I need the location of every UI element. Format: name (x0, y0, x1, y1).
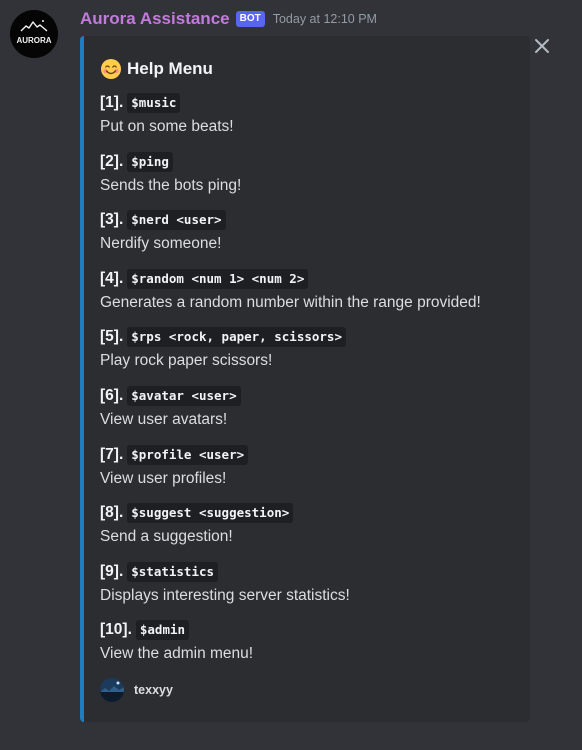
embed-fields: [1]. $music Put on some beats! [2]. $pin… (100, 92, 525, 678)
command-field: [5]. $rps <rock, paper, scissors> Play r… (100, 326, 525, 385)
embed-footer: texxyy (100, 678, 173, 702)
field-number: [10]. (100, 621, 132, 639)
field-description: View user avatars! (100, 410, 228, 428)
command-code: $nerd <user> (127, 210, 226, 231)
field-description: View the admin menu! (100, 645, 254, 663)
command-field: [1]. $music Put on some beats! (100, 92, 525, 151)
field-number: [9]. (100, 562, 124, 580)
field-name: [6]. $avatar <user> (100, 385, 525, 407)
command-code: $admin (135, 620, 190, 641)
footer-avatar (100, 678, 124, 702)
field-name: [1]. $music (100, 92, 525, 114)
command-code: $music (127, 93, 181, 113)
avatar-logo-text: AURORA (16, 36, 51, 45)
field-number: [3]. (100, 211, 124, 229)
field-number: [5]. (100, 328, 124, 346)
command-field: [7]. $profile <user> View user profiles! (100, 444, 525, 503)
command-field: [2]. $ping Sends the bots ping! (100, 151, 525, 210)
field-description: Put on some beats! (100, 118, 234, 135)
command-field: [9]. $statistics Displays interesting se… (100, 561, 525, 620)
field-name: [5]. $rps <rock, paper, scissors> (100, 326, 525, 348)
field-name: [3]. $nerd <user> (100, 209, 525, 231)
message-header: Aurora Assistance BOT Today at 12:10 PM (80, 8, 377, 30)
field-description: View user profiles! (100, 469, 227, 487)
command-field: [4]. $random <num 1> <num 2> Generates a… (100, 268, 525, 327)
help-embed: Help Menu [1]. $music Put on some beats!… (80, 36, 530, 722)
bot-tag-badge: BOT (235, 11, 265, 27)
close-icon[interactable] (532, 36, 552, 56)
field-number: [2]. (100, 152, 124, 170)
author-name[interactable]: Aurora Assistance (80, 9, 230, 29)
command-code: $rps <rock, paper, scissors> (127, 327, 346, 348)
field-number: [7]. (100, 445, 124, 463)
field-name: [7]. $profile <user> (100, 444, 525, 466)
embed-title: Help Menu (100, 58, 213, 80)
field-description: Sends the bots ping! (100, 176, 242, 194)
footer-text: texxyy (134, 683, 173, 697)
field-description: Nerdify someone! (100, 235, 222, 253)
message-timestamp[interactable]: Today at 12:10 PM (273, 12, 377, 26)
field-description: Play rock paper scissors! (100, 352, 273, 370)
field-name: [4]. $random <num 1> <num 2> (100, 268, 525, 290)
bot-avatar[interactable]: AURORA (10, 10, 58, 58)
smiling-face-icon (100, 58, 122, 80)
command-code: $avatar <user> (127, 385, 241, 406)
aurora-logo-icon: AURORA (10, 10, 58, 58)
command-code: $random <num 1> <num 2> (127, 268, 309, 289)
field-number: [8]. (100, 504, 124, 522)
command-code: $profile <user> (127, 444, 249, 465)
field-name: [8]. $suggest <suggestion> (100, 502, 525, 524)
field-name: [10]. $admin (100, 619, 525, 641)
command-field: [3]. $nerd <user> Nerdify someone! (100, 209, 525, 268)
field-description: Displays interesting server statistics! (100, 586, 350, 604)
command-field: [10]. $admin View the admin menu! (100, 619, 525, 678)
field-name: [2]. $ping (100, 151, 525, 173)
field-description: Send a suggestion! (100, 528, 233, 546)
embed-title-text: Help Menu (127, 59, 213, 78)
command-code: $statistics (127, 561, 219, 582)
field-number: [1]. (100, 94, 124, 111)
message-view: AURORA Aurora Assistance BOT Today at 12… (0, 0, 582, 750)
field-name: [9]. $statistics (100, 561, 525, 583)
command-code: $suggest <suggestion> (127, 503, 294, 524)
field-number: [4]. (100, 269, 124, 287)
field-description: Generates a random number within the ran… (100, 293, 481, 311)
command-code: $ping (127, 151, 173, 172)
command-field: [6]. $avatar <user> View user avatars! (100, 385, 525, 444)
command-field: [8]. $suggest <suggestion> Send a sugges… (100, 502, 525, 561)
field-number: [6]. (100, 386, 124, 404)
